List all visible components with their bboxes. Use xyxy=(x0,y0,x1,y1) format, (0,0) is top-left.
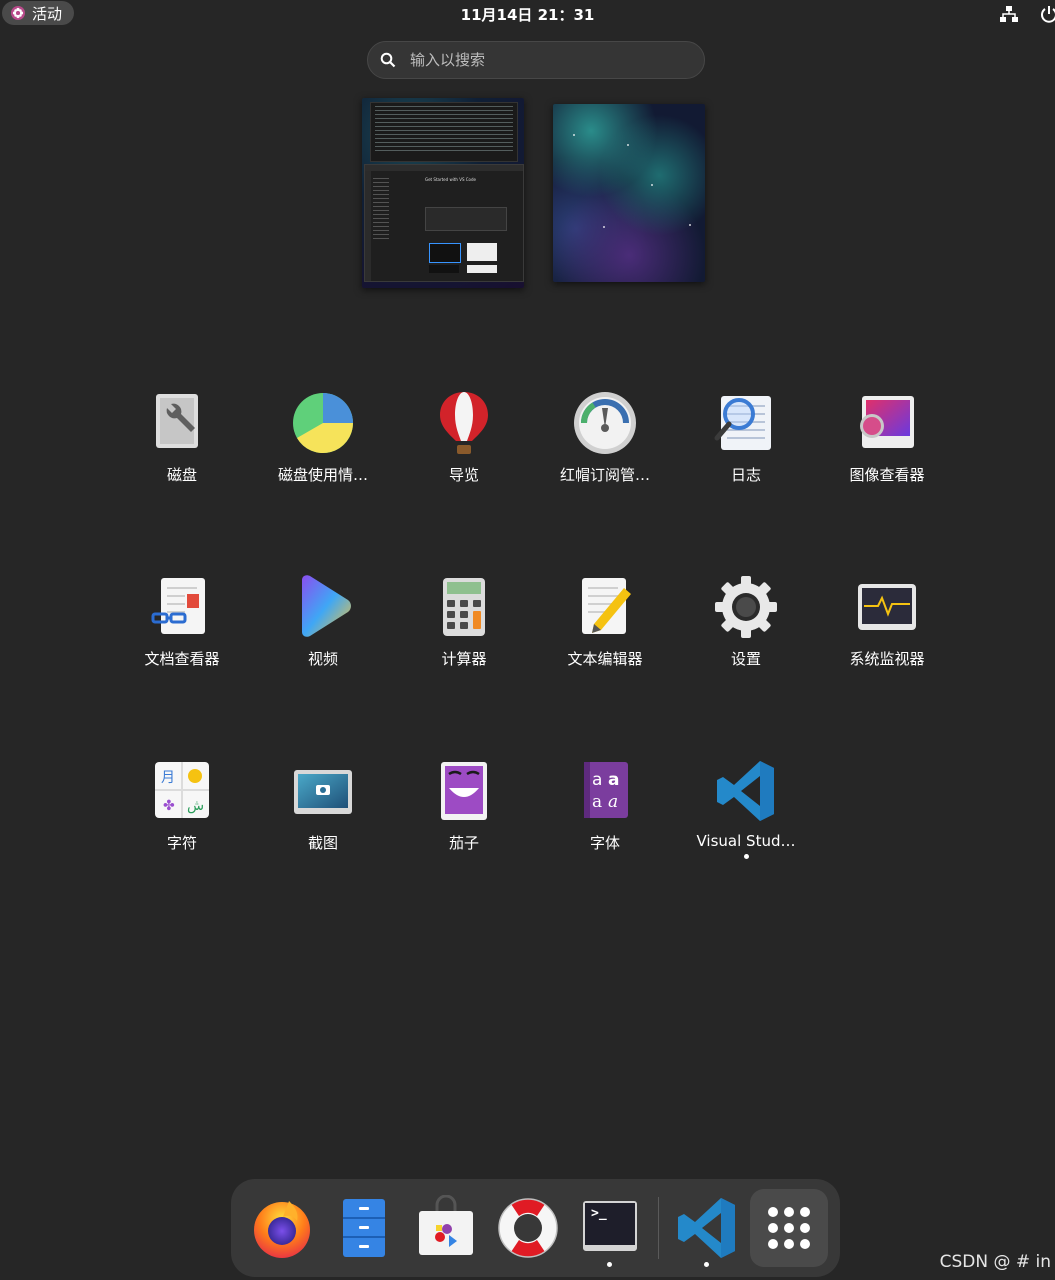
terminal-app[interactable]: >_ xyxy=(577,1195,643,1261)
app-label: 红帽订阅管… xyxy=(559,466,650,484)
search-input[interactable] xyxy=(408,50,672,70)
app-grid-icon xyxy=(768,1207,810,1249)
software-bag-icon[interactable] xyxy=(413,1195,479,1261)
search-box[interactable] xyxy=(367,41,705,79)
clock[interactable]: 11月14日 21：31 xyxy=(461,6,595,24)
workspace-thumbnail-2[interactable] xyxy=(553,104,705,282)
vscode-window-thumbnail: Get Started with VS Code xyxy=(364,164,524,282)
svg-text:a: a xyxy=(592,770,602,790)
workspace-thumbnail-1[interactable]: Get Started with VS Code xyxy=(362,98,524,288)
activities-label: 活动 xyxy=(32,4,63,23)
tour-balloon-icon xyxy=(440,392,488,454)
app-label: 设置 xyxy=(730,650,761,668)
watermark: CSDN @ # in xyxy=(939,1252,1051,1272)
app-label: 日志 xyxy=(730,466,761,484)
app-tour[interactable]: 导览 xyxy=(399,390,529,500)
svg-text:月: 月 xyxy=(161,770,175,786)
vscode-welcome-title: Get Started with VS Code xyxy=(425,177,476,182)
app-label: 磁盘 xyxy=(166,466,197,484)
redhat-flower-icon xyxy=(11,6,25,20)
vscode-icon xyxy=(717,761,774,821)
calculator-icon xyxy=(443,578,485,636)
dash-dock: >_ xyxy=(231,1179,840,1277)
firefox-icon[interactable] xyxy=(249,1195,315,1261)
disk-usage-icon xyxy=(293,393,354,454)
app-calculator[interactable]: 计算器 xyxy=(399,574,529,684)
app-logs[interactable]: 日志 xyxy=(681,390,811,500)
terminal-icon xyxy=(583,1201,637,1251)
app-document-viewer[interactable]: 文档查看器 xyxy=(117,574,247,684)
subscription-gauge-icon xyxy=(574,392,636,454)
document-viewer-icon xyxy=(151,578,205,634)
app-subscription-manager[interactable]: 红帽订阅管… xyxy=(540,390,670,500)
app-label: 文档查看器 xyxy=(144,650,220,668)
text-editor-icon xyxy=(582,578,631,634)
terminal-window-thumbnail xyxy=(370,102,518,162)
cheese-icon xyxy=(441,762,487,820)
app-cheese[interactable]: 茄子 xyxy=(399,758,529,868)
svg-text:a: a xyxy=(608,770,619,790)
system-monitor-icon xyxy=(858,584,916,630)
files-cabinet-icon[interactable] xyxy=(331,1195,397,1261)
app-label: 图像查看器 xyxy=(849,466,925,484)
svg-text:✤: ✤ xyxy=(163,798,175,814)
running-indicator xyxy=(704,1262,709,1267)
app-settings[interactable]: 设置 xyxy=(681,574,811,684)
app-label: Visual Stud… xyxy=(696,832,796,850)
settings-gear-icon xyxy=(715,576,777,638)
power-icon[interactable] xyxy=(1040,4,1055,24)
app-system-monitor[interactable]: 系统监视器 xyxy=(822,574,952,684)
disks-icon xyxy=(156,394,198,448)
characters-icon: 月 ✤ ش xyxy=(155,762,209,818)
app-label: 计算器 xyxy=(441,650,487,668)
logs-icon xyxy=(714,396,771,450)
svg-text:ش: ش xyxy=(187,798,204,814)
app-label: 磁盘使用情… xyxy=(277,466,368,484)
app-label: 文本编辑器 xyxy=(567,650,643,668)
activities-button[interactable]: 活动 xyxy=(2,1,75,25)
running-indicator xyxy=(607,1262,612,1267)
search-icon xyxy=(380,52,396,68)
app-disk-usage[interactable]: 磁盘使用情… xyxy=(258,390,388,500)
terminal-glyph: >_ xyxy=(591,1206,607,1221)
svg-text:a: a xyxy=(592,792,602,812)
app-characters[interactable]: 月 ✤ ش 字符 xyxy=(117,758,247,868)
app-image-viewer[interactable]: 图像查看器 xyxy=(822,390,952,500)
app-text-editor[interactable]: 文本编辑器 xyxy=(540,574,670,684)
running-indicator xyxy=(743,854,749,859)
app-visual-studio-code[interactable]: Visual Stud… xyxy=(681,758,811,868)
screenshot-icon xyxy=(294,770,352,814)
dock-separator xyxy=(658,1197,659,1259)
app-label: 截图 xyxy=(307,834,338,852)
app-fonts[interactable]: a a a a 字体 xyxy=(540,758,670,868)
svg-text:a: a xyxy=(608,792,618,812)
fonts-icon: a a a a xyxy=(584,762,628,818)
app-label: 字体 xyxy=(589,834,620,852)
app-label: 视频 xyxy=(307,650,338,668)
vscode-icon[interactable] xyxy=(674,1195,740,1261)
app-screenshot[interactable]: 截图 xyxy=(258,758,388,868)
app-disks[interactable]: 磁盘 xyxy=(117,390,247,500)
app-videos[interactable]: 视频 xyxy=(258,574,388,684)
show-apps-button[interactable] xyxy=(750,1189,828,1267)
help-lifebuoy-icon[interactable] xyxy=(495,1195,561,1261)
top-bar: 活动 11月14日 21：31 xyxy=(0,0,1055,27)
app-label: 系统监视器 xyxy=(849,650,925,668)
app-label: 导览 xyxy=(448,466,479,484)
app-label: 茄子 xyxy=(448,834,479,852)
network-icon[interactable] xyxy=(999,4,1019,24)
image-viewer-icon xyxy=(860,396,914,448)
app-label: 字符 xyxy=(166,834,197,852)
video-play-icon xyxy=(302,575,351,637)
